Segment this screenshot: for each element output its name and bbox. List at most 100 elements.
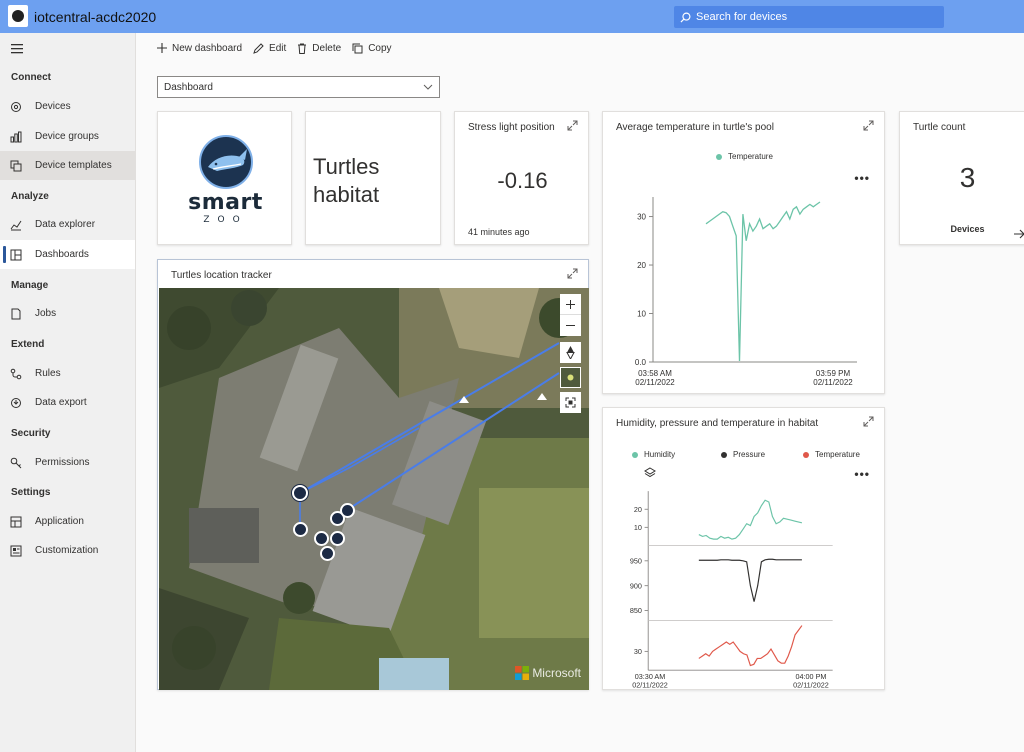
sidebar-item-label: Device templates — [35, 160, 112, 171]
y-tick-label: 20 — [634, 505, 642, 514]
y-tick-label: 950 — [630, 557, 642, 566]
sidebar: Connect Devices Device groups Device tem… — [0, 33, 136, 752]
sidebar-item-customization[interactable]: Customization — [0, 536, 135, 565]
turtle-marker[interactable] — [314, 531, 329, 546]
copy-button[interactable]: Copy — [352, 42, 392, 54]
avg-temp-chart: 0.010203003:58 AM02/11/202203:59 PM02/11… — [635, 197, 857, 387]
stress-value: -0.16 — [497, 168, 548, 193]
turtle-marker[interactable] — [320, 546, 335, 561]
application-icon — [10, 516, 22, 528]
main-content: New dashboard Edit Delete Copy Dashboard… — [136, 33, 1024, 752]
dashboard-dropdown-value: Dashboard — [164, 81, 213, 93]
dashboards-icon — [10, 249, 22, 261]
map-controls — [560, 294, 581, 413]
turtle-count-unit: Devices — [950, 224, 985, 234]
sidebar-item-data-export[interactable]: Data export — [0, 388, 135, 417]
sidebar-item-data-explorer[interactable]: Data explorer — [0, 210, 135, 239]
search-box[interactable]: Search for devices — [674, 6, 944, 28]
sidebar-item-label: Data export — [35, 397, 87, 408]
avg-temp-tile: Average temperature in turtle's pool Tem… — [602, 111, 885, 394]
y-tick-label: 0.0 — [635, 358, 647, 367]
habitat-metrics-tile: Humidity, pressure and temperature in ha… — [602, 407, 885, 690]
x-tick-label: 03:59 PM — [816, 369, 851, 378]
satellite-map[interactable]: Microsoft — [159, 288, 589, 690]
fullscreen-button[interactable] — [560, 392, 581, 413]
sidebar-item-device-groups[interactable]: Device groups — [0, 122, 135, 151]
sidebar-item-application[interactable]: Application — [0, 507, 135, 536]
app-logo-icon[interactable] — [8, 5, 28, 27]
delete-button[interactable]: Delete — [297, 43, 341, 54]
sidebar-item-label: Data explorer — [35, 219, 96, 230]
zoom-in-button[interactable] — [560, 294, 581, 315]
sidebar-item-permissions[interactable]: Permissions — [0, 448, 135, 477]
dashboard-dropdown[interactable]: Dashboard — [157, 76, 440, 98]
tile-title: Stress light position — [468, 122, 555, 133]
devices-icon — [10, 101, 22, 113]
edit-pencil-icon — [253, 42, 264, 54]
map-style-button[interactable] — [560, 367, 581, 388]
turtle-count-tile: Turtle count 3 Devices — [899, 111, 1024, 245]
edit-button[interactable]: Edit — [253, 43, 286, 54]
map-attribution: Microsoft — [515, 666, 581, 680]
chevron-down-icon — [423, 84, 433, 90]
copy-label: Copy — [368, 42, 392, 54]
sidebar-group-manage: Manage — [11, 280, 49, 291]
y-tick-label: 850 — [630, 606, 642, 615]
sidebar-item-label: Application — [35, 516, 84, 527]
sidebar-item-label: Jobs — [35, 308, 57, 319]
jobs-icon — [10, 308, 22, 320]
attribution-text: Microsoft — [532, 666, 581, 680]
series-line-temperature — [705, 201, 821, 362]
x-tick-label: 03:58 AM — [638, 369, 672, 378]
sidebar-item-rules[interactable]: Rules — [0, 359, 135, 388]
hamburger-menu-icon[interactable] — [11, 41, 23, 59]
stress-timestamp: 41 minutes ago — [468, 227, 530, 237]
sidebar-item-label: Rules — [35, 368, 61, 379]
logo-tile: smart ZOO — [157, 111, 292, 245]
zoom-out-button[interactable] — [560, 315, 581, 336]
compass-button[interactable] — [560, 342, 581, 363]
data-explorer-icon — [10, 219, 22, 231]
sidebar-group-connect: Connect — [11, 72, 51, 83]
habitat-line2: habitat — [313, 182, 380, 207]
turtle-count-value: 3 — [959, 162, 976, 193]
y-tick-label: 30 — [637, 213, 646, 222]
habitat-metrics-chart: 10208509009503003:30 AM02/11/202204:00 P… — [630, 491, 833, 689]
sidebar-item-devices[interactable]: Devices — [0, 92, 135, 121]
compass-icon — [566, 346, 575, 359]
plus-icon — [566, 299, 575, 309]
sidebar-item-device-templates[interactable]: Device templates — [0, 151, 135, 180]
top-bar: iotcentral-acdc2020 Search for devices — [0, 0, 1024, 33]
new-dashboard-button[interactable]: New dashboard — [157, 43, 242, 54]
expand-icon[interactable] — [567, 268, 578, 279]
sidebar-item-label: Dashboards — [35, 249, 89, 260]
turtle-track-lines — [299, 342, 560, 528]
x-tick-label: 02/11/2022 — [632, 680, 668, 689]
x-tick-label: 02/11/2022 — [635, 378, 675, 387]
plus-icon — [157, 43, 167, 53]
app-title: iotcentral-acdc2020 — [34, 9, 157, 25]
y-tick-label: 30 — [634, 647, 642, 656]
turtle-marker[interactable] — [293, 522, 308, 537]
copy-icon — [352, 43, 363, 54]
search-placeholder: Search for devices — [696, 11, 788, 23]
minus-icon — [566, 325, 575, 326]
turtle-marker[interactable] — [330, 531, 345, 546]
logo-subword: ZOO — [203, 215, 248, 225]
search-icon — [680, 12, 691, 23]
delete-label: Delete — [312, 42, 342, 54]
y-tick-label: 20 — [637, 261, 646, 270]
sidebar-group-analyze: Analyze — [11, 191, 49, 202]
trash-icon — [297, 43, 307, 54]
tile-title: Turtles location tracker — [171, 270, 272, 281]
data-export-icon — [10, 397, 22, 409]
expand-icon[interactable] — [567, 120, 578, 131]
turtle-marker[interactable] — [292, 485, 308, 501]
sidebar-item-jobs[interactable]: Jobs — [0, 299, 135, 328]
command-bar: New dashboard Edit Delete Copy — [136, 33, 1024, 63]
edit-label: Edit — [269, 42, 287, 54]
arrow-right-icon[interactable] — [1013, 228, 1024, 240]
sidebar-item-dashboards[interactable]: Dashboards — [0, 240, 135, 269]
rules-icon — [10, 368, 22, 380]
turtle-marker[interactable] — [340, 503, 355, 518]
